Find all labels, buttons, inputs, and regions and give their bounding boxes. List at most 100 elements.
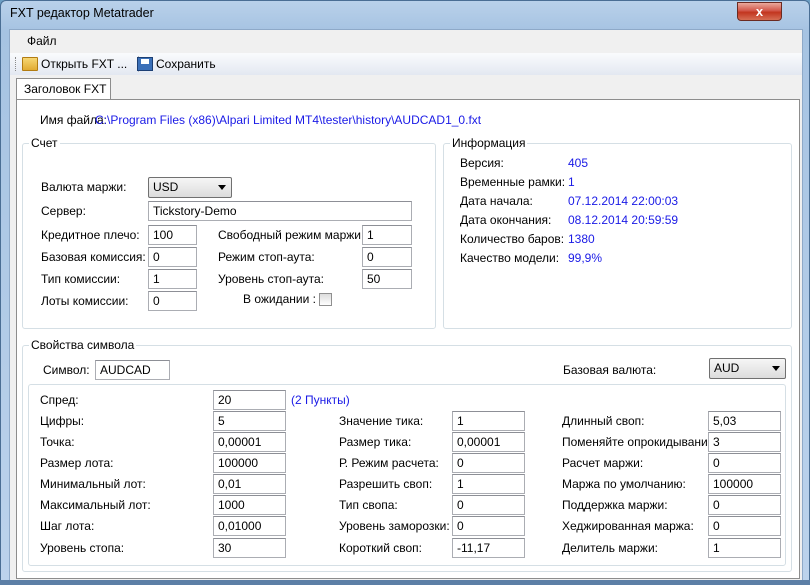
stop-level-input[interactable]: 30	[213, 538, 286, 558]
toolbar-grip[interactable]	[15, 57, 17, 71]
spread-input[interactable]: 20	[213, 390, 286, 410]
save-label: Сохранить	[156, 57, 216, 71]
freeze-level-label: Уровень заморозки:	[339, 519, 450, 533]
folder-open-icon	[22, 57, 38, 71]
tick-value-input[interactable]: 1	[452, 411, 525, 431]
margin-default-label: Маржа по умолчанию:	[562, 477, 686, 491]
stopout-level-input[interactable]: 50	[362, 269, 412, 289]
file-path-value: C:\Program Files (x86)\Alpari Limited MT…	[95, 113, 482, 127]
margin-hedged-label: Хеджированная маржа:	[562, 519, 694, 533]
max-lot-input[interactable]: 1000	[213, 495, 286, 515]
menu-file[interactable]: Файл	[27, 34, 57, 48]
account-group-title: Счет	[29, 136, 60, 150]
swap-short-input[interactable]: -11,17	[452, 538, 525, 558]
swap-type-label: Тип свопа:	[339, 498, 398, 512]
lot-size-input[interactable]: 100000	[213, 453, 286, 473]
margin-maintenance-input[interactable]: 0	[708, 495, 781, 515]
digits-input[interactable]: 5	[213, 411, 286, 431]
close-button[interactable]: x	[737, 2, 782, 21]
tab-page: Имя файла: C:\Program Files (x86)\Alpari…	[16, 99, 800, 579]
model-quality-label: Качество модели:	[460, 251, 560, 265]
info-group: Информация Версия: 405 Временные рамки: …	[443, 136, 792, 329]
swap-enable-input[interactable]: 1	[452, 474, 525, 494]
stop-level-label: Уровень стопа:	[40, 541, 125, 555]
bars-count-label: Количество баров:	[460, 232, 565, 246]
symbol-label: Символ:	[43, 363, 90, 377]
account-group: Счет Валюта маржи: USD Сервер: Tickstory…	[22, 136, 436, 329]
min-lot-input[interactable]: 0,01	[213, 474, 286, 494]
version-label: Версия:	[460, 156, 504, 170]
swap-enable-label: Разрешить своп:	[339, 477, 433, 491]
base-currency-label: Базовая валюта:	[563, 363, 657, 377]
lot-step-input[interactable]: 0,01000	[213, 516, 286, 536]
margin-currency-select[interactable]: USD	[148, 177, 232, 198]
rollover-label: Поменяйте опрокидывание:	[562, 435, 718, 449]
pending-checkbox[interactable]	[319, 293, 332, 306]
tick-size-label: Размер тика:	[339, 435, 412, 449]
leverage-label: Кредитное плечо:	[41, 228, 140, 242]
symbol-group: Свойства символа Символ: AUDCAD Базовая …	[22, 338, 792, 572]
rollover-input[interactable]: 3	[708, 432, 781, 452]
symbol-input[interactable]: AUDCAD	[95, 360, 170, 380]
margin-default-input[interactable]: 100000	[708, 474, 781, 494]
stopout-mode-label: Режим стоп-аута:	[218, 250, 315, 264]
app-window: FXT редактор Metatrader x Файл Открыть F…	[0, 0, 810, 585]
commission-type-label: Тип комиссии:	[41, 272, 121, 286]
lot-size-label: Размер лота:	[40, 456, 114, 470]
start-date-label: Дата начала:	[460, 194, 533, 208]
end-date-value: 08.12.2014 20:59:59	[568, 213, 679, 227]
open-fxt-label: Открыть FXT ...	[41, 57, 128, 71]
base-commission-label: Базовая комиссия:	[41, 250, 146, 264]
start-date-value: 07.12.2014 22:00:03	[568, 194, 679, 208]
menu-bar: Файл	[10, 30, 802, 52]
commission-lots-label: Лоты комиссии:	[41, 294, 129, 308]
tab-fxt-header[interactable]: Заголовок FXT	[16, 78, 111, 99]
digits-label: Цифры:	[40, 414, 85, 428]
base-commission-input[interactable]: 0	[148, 247, 197, 267]
chevron-down-icon	[218, 185, 226, 190]
toolbar: Открыть FXT ... Сохранить	[10, 53, 802, 75]
client-area: Файл Открыть FXT ... Сохранить Заголовок…	[9, 29, 803, 581]
commission-lots-input[interactable]: 0	[148, 291, 197, 311]
open-fxt-button[interactable]: Открыть FXT ...	[22, 55, 127, 73]
base-currency-select[interactable]: AUD	[709, 358, 786, 379]
tick-value-label: Значение тика:	[339, 414, 424, 428]
min-lot-label: Минимальный лот:	[40, 477, 146, 491]
save-disk-icon	[137, 57, 153, 71]
leverage-input[interactable]: 100	[148, 225, 197, 245]
stopout-mode-input[interactable]: 0	[362, 247, 412, 267]
calc-mode-label: Р. Режим расчета:	[339, 456, 439, 470]
margin-calc-label: Расчет маржи:	[562, 456, 644, 470]
spread-points-note: (2 Пункты)	[291, 393, 350, 407]
free-margin-mode-input[interactable]: 1	[362, 225, 412, 245]
margin-calc-input[interactable]: 0	[708, 453, 781, 473]
tick-size-input[interactable]: 0,00001	[452, 432, 525, 452]
window-title: FXT редактор Metatrader	[10, 6, 154, 20]
point-input[interactable]: 0,00001	[213, 432, 286, 452]
margin-currency-value: USD	[153, 180, 179, 194]
save-button[interactable]: Сохранить	[137, 55, 216, 73]
title-bar[interactable]: FXT редактор Metatrader x	[1, 1, 809, 29]
swap-long-input[interactable]: 5,03	[708, 411, 781, 431]
symbol-group-title: Свойства символа	[29, 338, 137, 352]
server-input[interactable]: Tickstory-Demo	[148, 201, 412, 221]
calc-mode-input[interactable]: 0	[452, 453, 525, 473]
commission-type-input[interactable]: 1	[148, 269, 197, 289]
swap-short-label: Короткий своп:	[339, 541, 422, 555]
freeze-level-input[interactable]: 0	[452, 516, 525, 536]
point-label: Точка:	[40, 435, 75, 449]
window-bottom-edge	[0, 580, 810, 585]
margin-divider-label: Делитель маржи:	[562, 541, 658, 555]
margin-maintenance-label: Поддержка маржи:	[562, 498, 668, 512]
chevron-down-icon	[772, 366, 780, 371]
free-margin-mode-label: Свободный режим маржи:	[218, 228, 365, 242]
margin-divider-input[interactable]: 1	[708, 538, 781, 558]
bars-count-value: 1380	[568, 232, 595, 246]
margin-currency-label: Валюта маржи:	[41, 180, 127, 194]
timeframe-label: Временные рамки:	[460, 175, 566, 189]
info-group-title: Информация	[450, 136, 528, 150]
base-currency-value: AUD	[714, 361, 740, 375]
swap-type-input[interactable]: 0	[452, 495, 525, 515]
margin-hedged-input[interactable]: 0	[708, 516, 781, 536]
symbol-params-panel: Спред: 20 (2 Пункты) Цифры: 5 Точка: 0,0…	[28, 384, 786, 566]
